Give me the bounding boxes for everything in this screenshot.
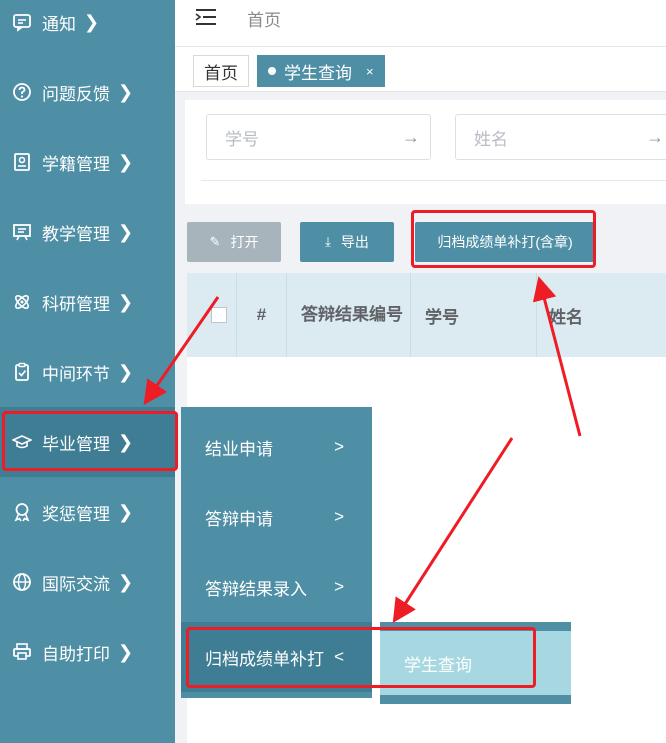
chevron-right-icon: ❯ (118, 361, 134, 382)
export-label: 导出 (340, 234, 369, 250)
sidebar-item-midterm[interactable]: 中间环节 ❯ (0, 337, 175, 407)
student-id-placeholder: 学号 (225, 129, 259, 149)
annotation-box-archive-button (411, 210, 596, 268)
chevron-right-icon: ❯ (118, 151, 134, 172)
submenu-item-label: 答辩结果录入 (205, 579, 307, 599)
sidebar-item-label: 科研管理 (42, 294, 110, 314)
column-header-student-id: 学号 (411, 273, 537, 357)
sidebar-item-label: 问题反馈 (42, 84, 110, 104)
sidebar-item-international[interactable]: 国际交流 ❯ (0, 547, 175, 617)
sidebar-item-rewards[interactable]: 奖惩管理 ❯ (0, 477, 175, 547)
checkbox-icon (210, 307, 227, 323)
submenu-item-defense-result-entry[interactable]: 答辩结果录入 > (181, 552, 372, 622)
open-button[interactable]: ✎ 打开 (187, 222, 281, 262)
select-all-checkbox[interactable] (187, 273, 237, 357)
tab-student-query[interactable]: 学生查询 × (257, 55, 385, 87)
download-icon: ⤓ (325, 234, 331, 249)
annotation-box-archive-menu (186, 627, 536, 688)
sidebar-item-enrollment[interactable]: 学籍管理 ❯ (0, 127, 175, 197)
top-header: 首页 (175, 0, 666, 46)
annotation-box-graduation (2, 411, 178, 471)
submenu-item-label: 答辩申请 (205, 509, 273, 529)
printer-icon (12, 642, 32, 662)
chevron-right-icon: ❯ (118, 291, 134, 312)
sidebar-item-label: 国际交流 (42, 574, 110, 594)
menu-fold-icon[interactable] (195, 6, 217, 28)
sidebar-item-feedback[interactable]: 问题反馈 ❯ (0, 57, 175, 127)
close-icon[interactable]: × (366, 64, 374, 79)
column-header-index: # (237, 273, 287, 357)
arrow-right-icon: → (402, 127, 420, 147)
tab-label: 学生查询 (284, 63, 352, 83)
table-header: # 答辩结果编号 学号 姓名 (187, 273, 666, 357)
sidebar-item-research[interactable]: 科研管理 ❯ (0, 267, 175, 337)
column-header-result-code: 答辩结果编号 (287, 273, 411, 357)
submenu-item-completion-apply[interactable]: 结业申请 > (181, 412, 372, 482)
tab-bar: 首页 学生查询 × (175, 46, 666, 92)
sidebar-item-teaching[interactable]: 教学管理 ❯ (0, 197, 175, 267)
sidebar-item-label: 学籍管理 (42, 154, 110, 174)
breadcrumb[interactable]: 首页 (247, 6, 281, 31)
globe-icon (12, 572, 32, 592)
edit-icon: ✎ (209, 234, 221, 249)
question-icon (12, 82, 32, 102)
message-icon (12, 12, 32, 32)
chevron-right-icon: ❯ (84, 11, 100, 32)
sidebar-item-self-print[interactable]: 自助打印 ❯ (0, 617, 175, 687)
name-placeholder: 姓名 (474, 129, 508, 149)
sidebar-item-label: 奖惩管理 (42, 504, 110, 524)
chevron-right-icon: ❯ (118, 81, 134, 102)
tab-home[interactable]: 首页 (193, 55, 249, 87)
sidebar-item-notice[interactable]: 通知 ❯ (0, 0, 175, 57)
open-label: 打开 (230, 234, 259, 250)
sidebar-item-label: 通知 (42, 14, 76, 34)
arrow-right-icon: → (646, 127, 664, 147)
chevron-right-icon: ❯ (118, 641, 134, 662)
id-card-icon (12, 152, 32, 172)
atom-icon (12, 292, 32, 312)
sidebar: 通知 ❯ 问题反馈 ❯ 学籍管理 ❯ 教学管理 ❯ 科研管理 ❯ 中间环节 ❯ (0, 0, 175, 743)
column-header-name: 姓名 (549, 307, 583, 327)
submenu-item-defense-apply[interactable]: 答辩申请 > (181, 482, 372, 552)
sidebar-item-label: 教学管理 (42, 224, 110, 244)
chevron-right-icon: > (334, 507, 344, 526)
sidebar-item-label: 自助打印 (42, 644, 110, 664)
board-icon (12, 222, 32, 242)
chevron-right-icon: ❯ (118, 221, 134, 242)
search-panel: 学号 → 姓名 → (185, 100, 666, 204)
name-input[interactable]: 姓名 → (455, 114, 666, 160)
chevron-right-icon: ❯ (118, 571, 134, 592)
student-id-input[interactable]: 学号 → (206, 114, 431, 160)
active-dot-icon (268, 67, 276, 75)
sidebar-item-label: 中间环节 (42, 364, 110, 384)
clipboard-icon (12, 362, 32, 382)
award-icon (12, 502, 32, 522)
chevron-right-icon: > (334, 437, 344, 456)
submenu-item-label: 结业申请 (205, 439, 273, 459)
tab-label: 首页 (204, 63, 238, 83)
divider (201, 180, 666, 181)
export-button[interactable]: ⤓ 导出 (300, 222, 394, 262)
chevron-right-icon: ❯ (118, 501, 134, 522)
chevron-right-icon: > (334, 577, 344, 596)
